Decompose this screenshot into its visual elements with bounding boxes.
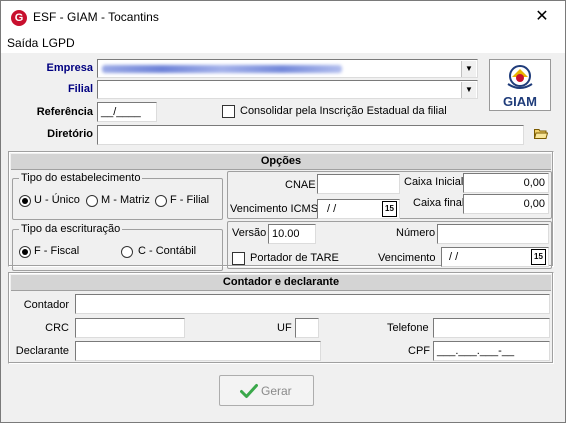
- numero-input[interactable]: [437, 224, 549, 244]
- vencimento-input[interactable]: / / 15: [441, 247, 549, 267]
- form-area: Empresa ▼ Filial ▼ Referência __/____ Co…: [1, 53, 565, 422]
- radio-filial[interactable]: [155, 195, 167, 207]
- gerar-label: Gerar: [261, 384, 292, 398]
- menu-item-lgpd[interactable]: LGPD: [42, 36, 75, 50]
- tipo-estabelecimento-title: Tipo do estabelecimento: [19, 172, 143, 184]
- referencia-label: Referência: [36, 106, 93, 118]
- crc-label: CRC: [45, 322, 69, 334]
- portador-tare-label: Portador de TARE: [250, 252, 339, 264]
- folder-open-icon[interactable]: [534, 128, 548, 139]
- declarante-input[interactable]: [75, 341, 321, 361]
- radio-matriz[interactable]: [86, 195, 98, 207]
- cpf-input[interactable]: ___.___.___-__: [433, 341, 550, 361]
- vencimento-icms-label: Vencimento ICMS: [230, 203, 319, 215]
- crc-input[interactable]: [75, 318, 185, 338]
- versao-input[interactable]: 10.00: [268, 224, 316, 244]
- chevron-down-icon[interactable]: ▼: [461, 82, 476, 98]
- giam-crest-icon: GIAM: [503, 65, 537, 109]
- uf-label: UF: [277, 322, 292, 334]
- uf-input[interactable]: [295, 318, 319, 338]
- calendar-icon[interactable]: 15: [531, 249, 546, 265]
- referencia-input[interactable]: __/____: [97, 102, 157, 122]
- radio-contabil-label: C - Contábil: [138, 245, 197, 257]
- logo-text: GIAM: [503, 94, 537, 109]
- check-icon: [240, 384, 258, 398]
- caixa-final-label: Caixa final: [413, 197, 465, 209]
- tipo-escrituracao-group: Tipo da escrituração F - Fiscal C - Cont…: [12, 223, 223, 271]
- tipo-estabelecimento-group: Tipo do estabelecimento U - Único M - Ma…: [12, 172, 223, 220]
- caixa-final-input[interactable]: 0,00: [463, 194, 549, 214]
- menu-item-saida[interactable]: Saída: [7, 36, 38, 50]
- consolidar-label: Consolidar pela Inscrição Estadual da fi…: [240, 105, 447, 117]
- window-title: ESF - GIAM - Tocantins: [33, 10, 159, 24]
- portador-tare-checkbox[interactable]: [232, 252, 245, 265]
- radio-filial-label: F - Filial: [170, 194, 210, 206]
- versao-label: Versão: [232, 227, 267, 239]
- contador-header: Contador e declarante: [11, 275, 551, 291]
- declarante-label: Declarante: [15, 345, 69, 357]
- menu-bar: Saída LGPD: [1, 33, 565, 53]
- empresa-label: Empresa: [46, 62, 93, 74]
- tipo-escrituracao-title: Tipo da escrituração: [19, 223, 123, 235]
- radio-matriz-label: M - Matriz: [101, 194, 150, 206]
- filial-combo[interactable]: ▼: [97, 80, 478, 99]
- close-icon[interactable]: ✕: [527, 5, 557, 29]
- diretorio-label: Diretório: [47, 128, 93, 140]
- calendar-icon[interactable]: 15: [382, 201, 397, 217]
- vencimento-label: Vencimento: [378, 252, 436, 264]
- telefone-label: Telefone: [387, 322, 429, 334]
- radio-fiscal[interactable]: [19, 246, 31, 258]
- app-icon: G: [11, 10, 27, 26]
- empresa-combo[interactable]: ▼: [97, 59, 478, 78]
- radio-unico[interactable]: [19, 195, 31, 207]
- numero-label: Número: [396, 227, 436, 239]
- contador-input[interactable]: [75, 294, 550, 314]
- caixa-inicial-label: Caixa Inicial: [404, 176, 464, 188]
- consolidar-checkbox[interactable]: [222, 105, 235, 118]
- vencimento-value: / /: [449, 251, 459, 263]
- gerar-button[interactable]: Gerar: [219, 375, 314, 406]
- vencimento-icms-input[interactable]: / / 15: [317, 199, 400, 219]
- vencimento-icms-value: / /: [327, 203, 337, 215]
- empresa-value-redacted: [102, 65, 342, 73]
- cnae-input[interactable]: [317, 174, 400, 194]
- opcoes-header: Opções: [11, 154, 551, 170]
- main-window: G ESF - GIAM - Tocantins ✕ Saída LGPD Em…: [0, 0, 566, 423]
- radio-fiscal-label: F - Fiscal: [34, 245, 80, 257]
- contador-label: Contador: [23, 299, 69, 311]
- cnae-label: CNAE: [285, 179, 316, 191]
- cpf-label: CPF: [408, 345, 430, 357]
- giam-logo: GIAM: [489, 59, 551, 111]
- telefone-input[interactable]: [433, 318, 550, 338]
- title-bar: G ESF - GIAM - Tocantins ✕: [1, 1, 565, 33]
- caixa-inicial-input[interactable]: 0,00: [463, 173, 549, 193]
- radio-contabil[interactable]: [121, 246, 133, 258]
- diretorio-input[interactable]: [97, 125, 524, 145]
- radio-unico-label: U - Único: [34, 194, 80, 206]
- filial-label: Filial: [67, 83, 93, 95]
- chevron-down-icon[interactable]: ▼: [461, 61, 476, 77]
